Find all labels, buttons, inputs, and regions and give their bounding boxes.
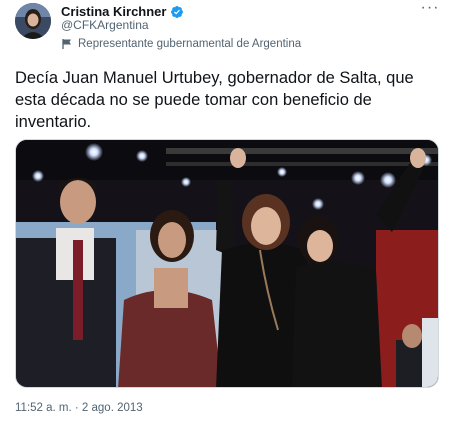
verified-badge-icon bbox=[170, 5, 184, 19]
government-label[interactable]: Representante gubernamental de Argentina bbox=[78, 38, 301, 50]
author-avatar[interactable] bbox=[15, 3, 51, 39]
author-display-name[interactable]: Cristina Kirchner bbox=[61, 4, 166, 19]
photo-image bbox=[16, 140, 438, 387]
tweet-card: Cristina Kirchner @CFKArgentina Represen… bbox=[0, 0, 454, 421]
government-label-row: Representante gubernamental de Argentina bbox=[61, 36, 301, 51]
more-options-button[interactable]: ··· bbox=[418, 0, 442, 20]
tweet-text: Decía Juan Manuel Urtubey, gobernador de… bbox=[15, 69, 414, 131]
timestamp-separator: · bbox=[71, 402, 82, 414]
flag-icon bbox=[61, 38, 73, 50]
tweet-time: 11:52 a. m. bbox=[15, 402, 72, 414]
tweet-photo[interactable] bbox=[15, 139, 439, 388]
tweet-date: 2 ago. 2013 bbox=[81, 402, 143, 414]
author-handle[interactable]: @CFKArgentina bbox=[61, 18, 149, 32]
tweet-timestamp[interactable]: 11:52 a. m. · 2 ago. 2013 bbox=[15, 402, 143, 414]
